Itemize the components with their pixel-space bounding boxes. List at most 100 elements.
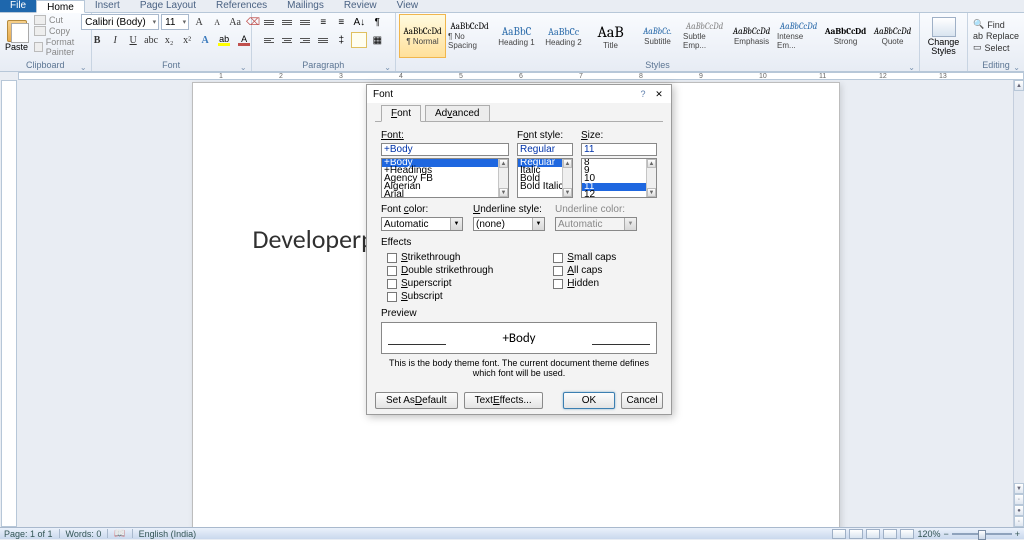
text-effects-button[interactable]: Text Effects... xyxy=(464,392,543,409)
browse-object-button[interactable]: ● xyxy=(1014,505,1024,516)
scroll-down-button[interactable]: ▼ xyxy=(1014,483,1024,494)
cut-button[interactable]: Cut xyxy=(32,15,88,25)
dialog-titlebar[interactable]: Font ? ✕ xyxy=(367,85,671,103)
numbering-button[interactable] xyxy=(279,14,295,30)
next-page-button[interactable]: ◦ xyxy=(1014,516,1024,527)
style-item-0[interactable]: AaBbCcDd¶ Normal xyxy=(399,14,446,58)
style-item-7[interactable]: AaBbCcDdEmphasis xyxy=(728,14,775,58)
grow-font-button[interactable]: A xyxy=(191,14,207,30)
copy-button[interactable]: Copy xyxy=(32,26,88,36)
style-item-2[interactable]: AaBbCHeading 1 xyxy=(493,14,540,58)
change-case-button[interactable]: Aa xyxy=(227,14,243,30)
highlight-button[interactable]: ab xyxy=(215,32,233,48)
checkbox-strikethrough[interactable]: Strikethrough xyxy=(387,252,493,263)
sort-button[interactable]: A↓ xyxy=(351,14,367,30)
list-item[interactable]: 8 xyxy=(582,159,656,167)
cancel-button[interactable]: Cancel xyxy=(621,392,663,409)
view-web-layout-button[interactable] xyxy=(866,529,880,539)
zoom-in-button[interactable]: + xyxy=(1015,529,1020,539)
subscript-button[interactable]: x₂ xyxy=(161,32,177,48)
shading-button[interactable] xyxy=(351,32,367,48)
font-size-combo[interactable]: 11 xyxy=(161,14,189,30)
checkbox-subscript[interactable]: Subscript xyxy=(387,291,493,302)
tab-file[interactable]: File xyxy=(0,0,36,12)
style-item-4[interactable]: AaBTitle xyxy=(587,14,634,58)
dialog-help-button[interactable]: ? xyxy=(637,89,649,99)
shrink-font-button[interactable]: A xyxy=(209,14,225,30)
list-item[interactable]: Arial xyxy=(382,191,508,198)
checkbox-double-strikethrough[interactable]: Double strikethrough xyxy=(387,265,493,276)
decrease-indent-button[interactable]: ≡ xyxy=(315,14,331,30)
style-item-6[interactable]: AaBbCcDdSubtle Emp... xyxy=(681,14,728,58)
superscript-button[interactable]: x² xyxy=(179,32,195,48)
size-listbox[interactable]: 89101112▲▼ xyxy=(581,158,657,198)
dialog-tab-font[interactable]: Font xyxy=(381,105,421,122)
vertical-scrollbar[interactable]: ▲ ▼ ◦ ● ◦ xyxy=(1013,80,1024,527)
view-print-layout-button[interactable] xyxy=(832,529,846,539)
strike-button[interactable]: abc xyxy=(143,32,159,48)
underline-style-dropdown[interactable]: (none)▼ xyxy=(473,217,545,231)
justify-button[interactable] xyxy=(315,32,331,48)
style-item-8[interactable]: AaBbCcDdIntense Em... xyxy=(775,14,822,58)
status-words[interactable]: Words: 0 xyxy=(66,529,102,539)
status-page[interactable]: Page: 1 of 1 xyxy=(4,529,53,539)
view-outline-button[interactable] xyxy=(883,529,897,539)
set-as-default-button[interactable]: Set As Default xyxy=(375,392,458,409)
font-style-input[interactable] xyxy=(517,143,573,156)
dialog-tab-advanced[interactable]: Advanced xyxy=(425,105,489,121)
borders-button[interactable]: ▦ xyxy=(369,32,385,48)
italic-button[interactable]: I xyxy=(107,32,123,48)
prev-page-button[interactable]: ◦ xyxy=(1014,494,1024,505)
style-item-3[interactable]: AaBbCcHeading 2 xyxy=(540,14,587,58)
vertical-ruler[interactable] xyxy=(1,80,17,527)
bullets-button[interactable] xyxy=(261,14,277,30)
find-button[interactable]: 🔍Find xyxy=(971,19,1021,30)
increase-indent-button[interactable]: ≡ xyxy=(333,14,349,30)
checkbox-small-caps[interactable]: Small caps xyxy=(553,252,616,263)
tab-insert[interactable]: Insert xyxy=(85,0,130,12)
style-item-9[interactable]: AaBbCcDdStrong xyxy=(822,14,869,58)
zoom-value[interactable]: 120% xyxy=(917,529,940,539)
view-draft-button[interactable] xyxy=(900,529,914,539)
style-item-10[interactable]: AaBbCcDdQuote xyxy=(869,14,916,58)
size-input[interactable] xyxy=(581,143,657,156)
align-right-button[interactable] xyxy=(297,32,313,48)
bold-button[interactable]: B xyxy=(89,32,105,48)
checkbox-hidden[interactable]: Hidden xyxy=(553,278,616,289)
dialog-close-button[interactable]: ✕ xyxy=(653,88,665,100)
tab-references[interactable]: References xyxy=(206,0,277,12)
show-marks-button[interactable]: ¶ xyxy=(369,14,385,30)
change-styles-button[interactable]: Change Styles xyxy=(923,17,964,56)
font-style-listbox[interactable]: RegularItalicBoldBold Italic▲▼ xyxy=(517,158,573,198)
font-input[interactable] xyxy=(381,143,509,156)
select-button[interactable]: ▭Select xyxy=(971,42,1021,53)
checkbox-superscript[interactable]: Superscript xyxy=(387,278,493,289)
tab-view[interactable]: View xyxy=(387,0,429,12)
multilevel-button[interactable] xyxy=(297,14,313,30)
style-item-5[interactable]: AaBbCc.Subtitle xyxy=(634,14,681,58)
line-spacing-button[interactable]: ‡ xyxy=(333,32,349,48)
align-center-button[interactable] xyxy=(279,32,295,48)
scroll-up-button[interactable]: ▲ xyxy=(1014,80,1024,91)
font-color-button[interactable]: A xyxy=(235,32,253,48)
text-effects-button[interactable]: A xyxy=(197,32,213,48)
tab-mailings[interactable]: Mailings xyxy=(277,0,334,12)
format-painter-button[interactable]: Format Painter xyxy=(32,37,88,57)
view-full-screen-button[interactable] xyxy=(849,529,863,539)
font-name-combo[interactable]: Calibri (Body) xyxy=(81,14,159,30)
replace-button[interactable]: abReplace xyxy=(971,31,1021,41)
horizontal-ruler[interactable]: 12345678910111213 xyxy=(18,72,1024,80)
underline-button[interactable]: U xyxy=(125,32,141,48)
status-language[interactable]: English (India) xyxy=(139,529,197,539)
style-item-1[interactable]: AaBbCcDd¶ No Spacing xyxy=(446,14,493,58)
align-left-button[interactable] xyxy=(261,32,277,48)
ok-button[interactable]: OK xyxy=(563,392,615,409)
paste-button[interactable]: Paste xyxy=(3,18,30,54)
font-listbox[interactable]: +Body+HeadingsAgency FBAlgerianArial▲▼ xyxy=(381,158,509,198)
tab-home[interactable]: Home xyxy=(36,0,85,13)
font-color-dropdown[interactable]: Automatic▼ xyxy=(381,217,463,231)
status-proof-icon[interactable]: 📖 xyxy=(114,528,125,539)
zoom-slider[interactable] xyxy=(952,533,1012,535)
checkbox-all-caps[interactable]: All caps xyxy=(553,265,616,276)
tab-page-layout[interactable]: Page Layout xyxy=(130,0,206,12)
